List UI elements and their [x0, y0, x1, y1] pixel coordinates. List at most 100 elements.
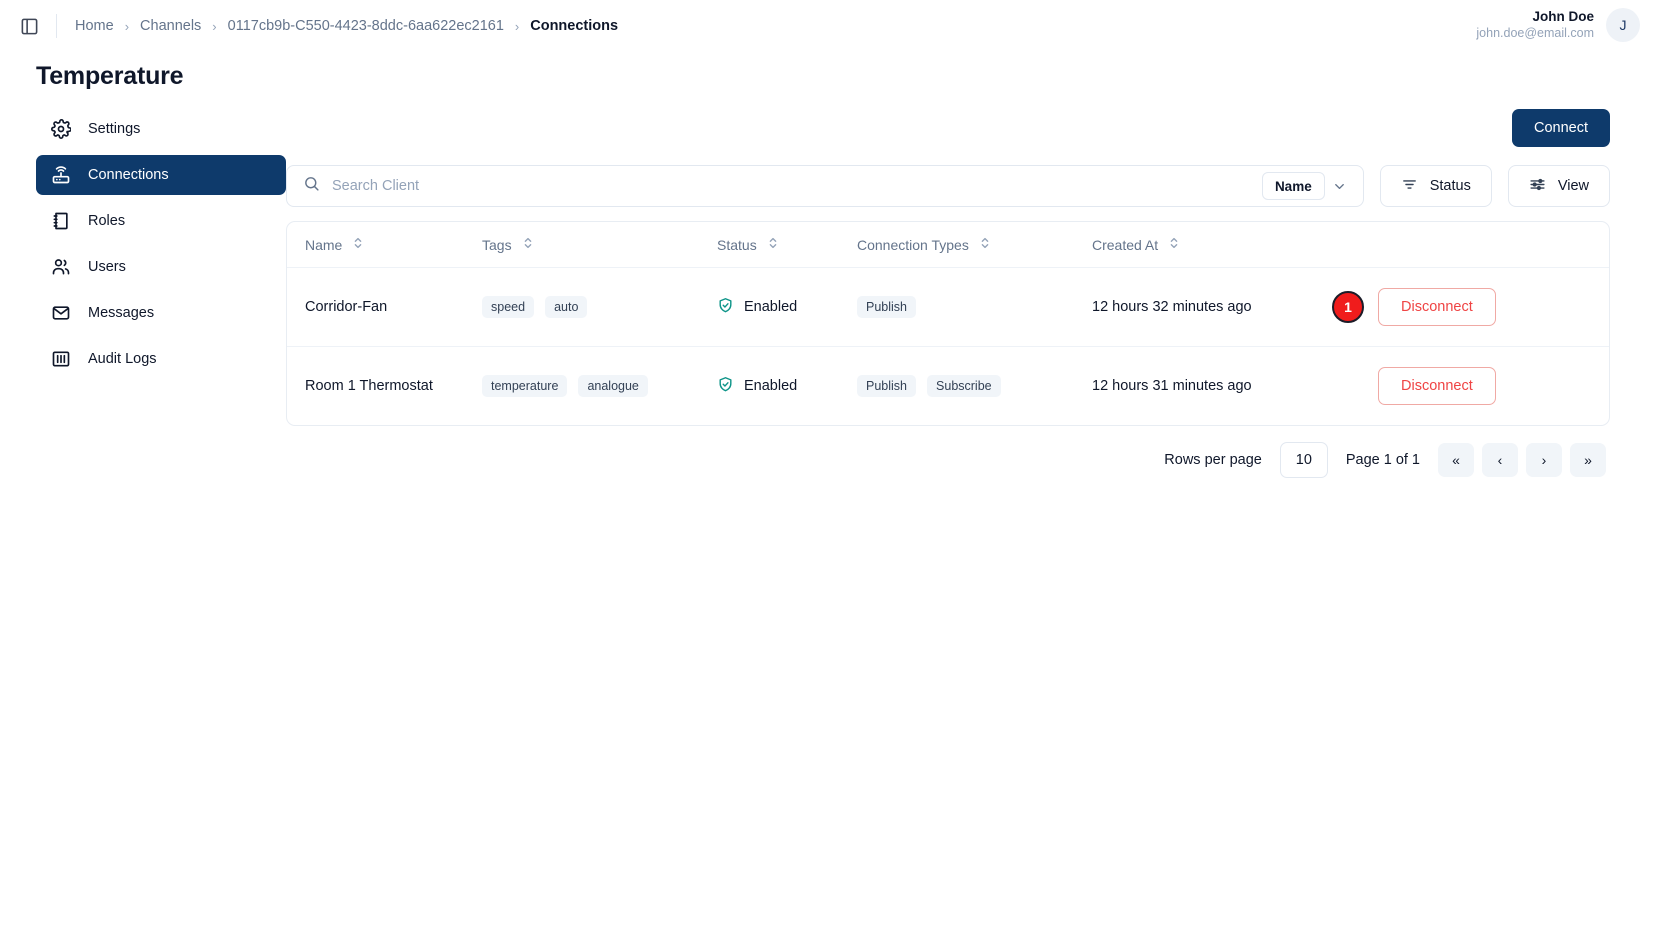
cell-tags: speed auto: [482, 267, 717, 347]
view-options-button[interactable]: View: [1507, 165, 1610, 207]
sidebar: Settings Connections Roles Users Message…: [0, 109, 286, 478]
top-bar: Home › Channels › 0117cb9b-C550-4423-8dd…: [0, 0, 1662, 52]
cell-tags: temperature analogue: [482, 347, 717, 426]
sidebar-item-messages[interactable]: Messages: [36, 293, 286, 333]
cell-status: Enabled: [717, 267, 857, 347]
sort-icon[interactable]: [352, 236, 364, 253]
first-page-button[interactable]: «: [1438, 443, 1474, 477]
last-page-button[interactable]: »: [1570, 443, 1606, 477]
column-label: Connection Types: [857, 236, 969, 253]
tag-chip: temperature: [482, 375, 568, 397]
cell-actions: 1 Disconnect: [1332, 267, 1609, 347]
status-filter-label: Status: [1429, 178, 1471, 194]
table-header: Name Tags Status Connection Types Create…: [287, 222, 1609, 268]
tag-chip: auto: [545, 296, 588, 318]
cell-name: Corridor-Fan: [287, 267, 482, 347]
sidebar-item-label: Messages: [88, 305, 155, 321]
status-filter-button[interactable]: Status: [1379, 165, 1492, 207]
page-title: Temperature: [36, 62, 184, 90]
sort-icon[interactable]: [767, 236, 779, 253]
breadcrumb-item-connections: Connections: [530, 18, 619, 34]
sort-icon[interactable]: [979, 236, 991, 253]
chevron-down-icon[interactable]: [1325, 171, 1355, 201]
rows-per-page-label: Rows per page: [1164, 452, 1262, 468]
column-label: Created At: [1092, 236, 1159, 253]
user-info: John Doe john.doe@email.com: [1476, 9, 1594, 42]
cell-connection-types: Publish: [857, 267, 1092, 347]
sidebar-item-audit-logs[interactable]: Audit Logs: [36, 339, 286, 379]
main-content: Connect Name: [286, 109, 1662, 478]
topbar-divider: [56, 14, 57, 38]
search-field-chip[interactable]: Name: [1261, 172, 1325, 200]
book-icon: [50, 210, 72, 232]
router-icon: [50, 164, 72, 186]
disconnect-button[interactable]: Disconnect: [1378, 367, 1496, 405]
table-row[interactable]: Corridor-Fan speed auto Enabled Publish …: [287, 267, 1609, 347]
gear-icon: [50, 118, 72, 140]
table-header-row: Name Tags Status Connection Types Create…: [287, 222, 1609, 268]
disconnect-button[interactable]: Disconnect: [1378, 288, 1496, 326]
connect-button[interactable]: Connect: [1511, 109, 1610, 147]
column-header-actions: [1332, 222, 1609, 268]
sidebar-item-label: Audit Logs: [88, 351, 157, 367]
main-header: Connect: [286, 109, 1610, 147]
cell-created-at: 12 hours 31 minutes ago: [1092, 378, 1252, 394]
table-body: Corridor-Fan speed auto Enabled Publish …: [287, 267, 1609, 426]
tag-chip: analogue: [578, 375, 648, 397]
column-label: Tags: [482, 236, 512, 253]
search-input[interactable]: [332, 178, 1262, 194]
column-header-name[interactable]: Name: [287, 222, 482, 268]
connection-type-chip: Publish: [857, 296, 916, 318]
status-check-icon: [717, 297, 734, 318]
connection-type-chip: Publish: [857, 375, 916, 397]
previous-page-button[interactable]: ‹: [1482, 443, 1518, 477]
cell-created-at: 12 hours 32 minutes ago: [1092, 267, 1332, 347]
sidebar-item-label: Settings: [88, 121, 141, 137]
sliders-icon: [1529, 176, 1546, 197]
avatar[interactable]: J: [1606, 8, 1640, 42]
user-menu[interactable]: John Doe john.doe@email.com J: [1476, 8, 1640, 42]
sidebar-item-label: Roles: [88, 213, 126, 229]
sort-icon[interactable]: [1168, 236, 1180, 253]
breadcrumb-item-channels[interactable]: Channels: [140, 18, 201, 34]
connection-type-chip: Subscribe: [927, 375, 1001, 397]
cell-name: Room 1 Thermostat: [305, 378, 433, 394]
filter-icon: [1401, 176, 1418, 197]
user-name: John Doe: [1532, 8, 1594, 24]
table-toolbar: Name Status: [286, 165, 1610, 207]
sidebar-item-settings[interactable]: Settings: [36, 109, 286, 149]
breadcrumb-separator: ›: [212, 18, 217, 34]
status-badge: Enabled: [744, 299, 798, 315]
column-label: Status: [717, 236, 757, 253]
column-header-connection-types[interactable]: Connection Types: [857, 222, 1092, 268]
users-icon: [50, 256, 72, 278]
sidebar-item-users[interactable]: Users: [36, 247, 286, 287]
cell-status: Enabled: [717, 347, 857, 426]
connections-table: Name Tags Status Connection Types Create…: [287, 222, 1609, 425]
page-info: Page 1 of 1: [1345, 452, 1420, 468]
rows-per-page-select[interactable]: 10: [1279, 442, 1328, 478]
sort-icon[interactable]: [522, 236, 534, 253]
column-header-created-at[interactable]: Created At: [1092, 222, 1332, 268]
sidebar-toggle-icon[interactable]: [14, 11, 44, 41]
cell-connection-types: Publish Subscribe: [857, 347, 1092, 426]
column-header-status[interactable]: Status: [717, 222, 857, 268]
breadcrumb: Home › Channels › 0117cb9b-C550-4423-8dd…: [75, 18, 618, 34]
breadcrumb-separator: ›: [124, 18, 130, 34]
search-icon: [303, 175, 320, 197]
column-header-tags[interactable]: Tags: [482, 222, 717, 268]
breadcrumb-separator: ›: [514, 18, 520, 34]
column-label: Name: [305, 236, 343, 253]
next-page-button[interactable]: ›: [1526, 443, 1562, 477]
tag-chip: speed: [482, 296, 535, 318]
breadcrumb-item-channel-id[interactable]: 0117cb9b-C550-4423-8ddc-6aa622ec2161: [228, 18, 504, 34]
sidebar-item-label: Connections: [88, 167, 169, 183]
logs-icon: [50, 348, 72, 370]
breadcrumb-item-home[interactable]: Home: [75, 18, 114, 34]
sidebar-item-connections[interactable]: Connections: [36, 155, 286, 195]
table-row[interactable]: Room 1 Thermostat temperature analogue E…: [287, 347, 1609, 426]
view-options-label: View: [1557, 178, 1589, 194]
annotation-marker-1: 1: [1332, 291, 1364, 323]
cell-actions: Disconnect: [1332, 347, 1609, 426]
sidebar-item-roles[interactable]: Roles: [36, 201, 286, 241]
